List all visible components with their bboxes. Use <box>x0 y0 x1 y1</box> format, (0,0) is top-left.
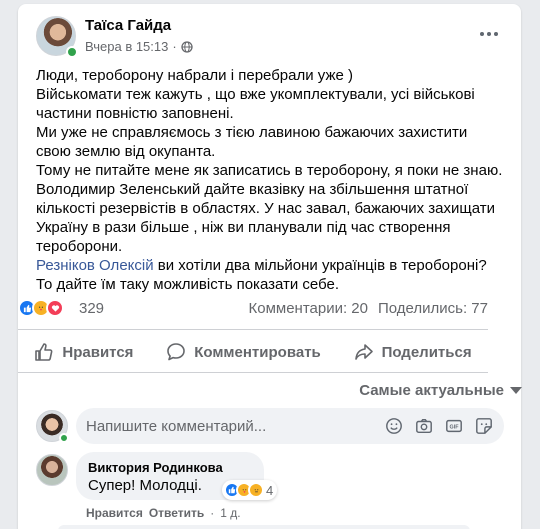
mention-link[interactable]: Резніков Олексій <box>36 257 154 274</box>
comment-label: Комментировать <box>194 343 321 361</box>
like-icon <box>35 343 53 361</box>
sort-label: Самые актуальные <box>359 382 504 399</box>
comments-count[interactable]: Комментарии: 20 <box>249 300 369 317</box>
comment-reactions[interactable]: 4 <box>222 480 278 500</box>
comment-sort-dropdown[interactable]: Самые актуальные <box>359 382 522 399</box>
post-line: Україну в рази більше , ніж ви планували… <box>36 219 451 236</box>
next-comment-bubble <box>58 525 470 529</box>
comment-reply-link[interactable]: Ответить <box>149 506 204 520</box>
post-line: Люди, тероборону набрали і перебрали уже… <box>36 67 353 84</box>
comment-time[interactable]: 1 д. <box>220 506 240 520</box>
sticker-icon[interactable] <box>474 416 494 436</box>
post-line: кількості резервістів в областях. У нас … <box>36 200 496 217</box>
post-header: Таїса Гайда Вчера в 15:13 · <box>36 16 507 60</box>
post-time[interactable]: Вчера в 15:13 <box>85 39 168 54</box>
author-name[interactable]: Таїса Гайда <box>85 17 171 34</box>
post-line: То дайте їм таку можливість показати себ… <box>36 276 340 293</box>
comment-dot: · <box>210 506 215 520</box>
chevron-down-icon <box>510 387 522 394</box>
reactions-summary: 329 Комментарии: 20 Поделились: 77 <box>18 299 488 321</box>
post-line: Володимир Зеленський дайте вказівку на з… <box>36 181 469 198</box>
post-line: свою землю від окупанта. <box>36 143 216 160</box>
comment-like-link[interactable]: Нравится <box>86 506 143 520</box>
post-line: частини повністю заповнені. <box>36 105 234 122</box>
commenter-name[interactable]: Виктория Родинкова <box>88 460 252 476</box>
composer-icons: GIF <box>384 416 494 436</box>
post-stats: Комментарии: 20 Поделились: 77 <box>249 300 489 317</box>
comment-composer: GIF <box>36 408 504 444</box>
comment-button[interactable]: Комментировать <box>154 335 333 369</box>
online-status-dot <box>66 46 78 58</box>
post-line: Ми уже не справляємось з тією лавиною ба… <box>36 124 468 141</box>
comment-icon <box>167 343 186 361</box>
post-meta: Вчера в 15:13 · <box>85 39 193 54</box>
mention-rest: ви хотіли два мільйони українців в тероб… <box>153 257 487 274</box>
divider <box>18 372 488 373</box>
comment-reactions-count: 4 <box>266 482 274 498</box>
shares-count[interactable]: Поделились: 77 <box>378 300 488 317</box>
action-bar: Нравится Комментировать Поделиться <box>18 334 488 370</box>
emoji-icon[interactable] <box>384 416 404 436</box>
post-line-mention: Резніков Олексій ви хотіли два мільйони … <box>36 256 516 275</box>
comment-links: Нравится Ответить · 1 д. <box>86 506 241 520</box>
reaction-icons[interactable] <box>18 299 64 317</box>
comment-box: GIF <box>76 408 504 444</box>
online-status-dot <box>59 433 69 443</box>
like-label: Нравится <box>62 343 134 361</box>
post-line: тероборони. <box>36 238 123 255</box>
post-text: Люди, тероборону набрали і перебрали уже… <box>36 66 516 294</box>
post-card: Таїса Гайда Вчера в 15:13 · Люди, теробо… <box>18 4 521 529</box>
camera-icon[interactable] <box>414 416 434 436</box>
like-button[interactable]: Нравится <box>22 335 145 369</box>
love-reaction-icon <box>46 299 64 317</box>
care-reaction-icon <box>248 482 264 498</box>
gif-icon[interactable]: GIF <box>444 416 464 436</box>
svg-text:GIF: GIF <box>450 425 460 431</box>
comment-input[interactable] <box>86 408 376 444</box>
post-line: Тому не питайте мене як записатись в тер… <box>36 162 503 179</box>
commenter-avatar[interactable] <box>36 454 68 486</box>
divider <box>18 329 488 330</box>
globe-icon <box>181 40 193 53</box>
more-options-icon[interactable] <box>477 24 501 44</box>
post-line: Військомати теж кажуть , що вже укомплек… <box>36 86 475 103</box>
share-label: Поделиться <box>381 343 472 361</box>
share-icon <box>354 344 373 360</box>
reactions-count[interactable]: 329 <box>79 300 104 317</box>
share-button[interactable]: Поделиться <box>342 335 484 369</box>
meta-separator: · <box>172 39 177 54</box>
